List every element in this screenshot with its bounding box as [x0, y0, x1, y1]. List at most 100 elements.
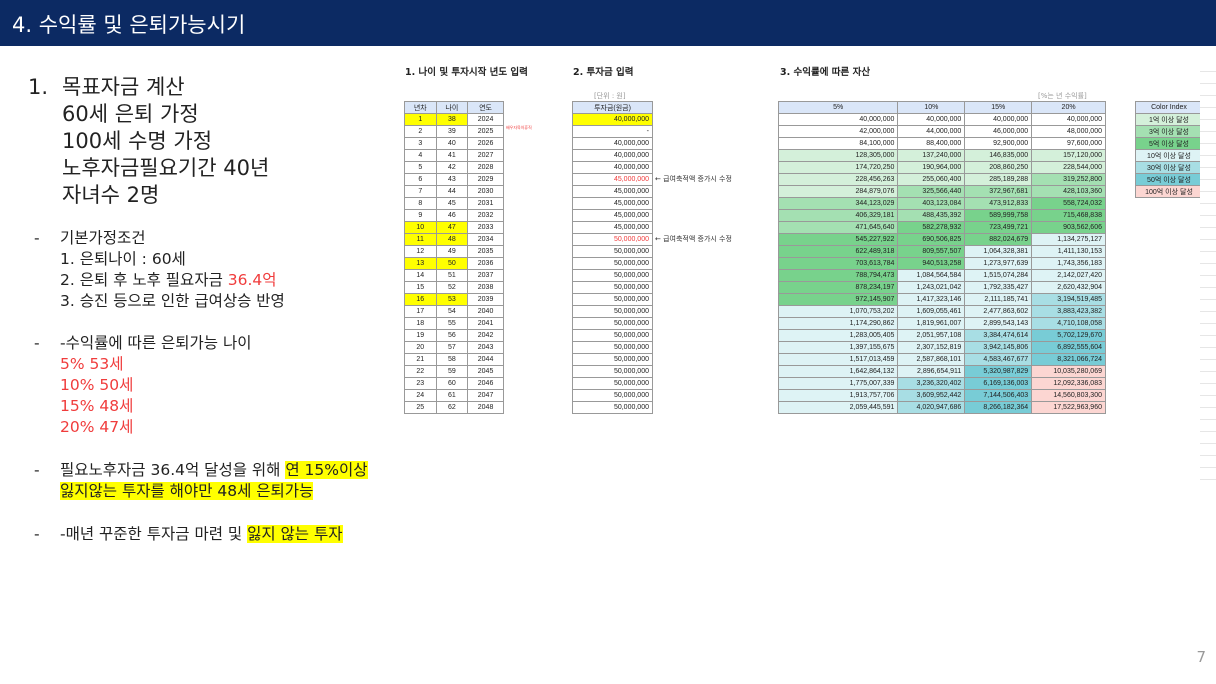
year-cell: 2030	[467, 185, 504, 198]
year-cell: 2032	[467, 209, 504, 222]
year-cell: 2038	[467, 281, 504, 294]
table-row: 22 59 2045	[404, 365, 504, 378]
section-title-assets: 3. 수익률에 따른 자산	[780, 67, 871, 78]
age-cell: 53	[435, 293, 469, 306]
asset-cell: 128,305,000	[777, 149, 899, 162]
color-index-item: 5억 이상 달성	[1135, 137, 1203, 150]
table-row: 3 40 2026	[404, 137, 504, 150]
age-cell: 62	[435, 401, 469, 414]
age-cell: 44	[435, 185, 469, 198]
asset-cell: 17,522,963,960	[1031, 401, 1106, 414]
table-row: 21 58 2044	[404, 353, 504, 366]
table-row: 45,000,000	[572, 209, 653, 222]
asset-cell: 703,613,784	[777, 257, 899, 270]
color-index-item: 50억 이상 달성	[1135, 173, 1203, 186]
asset-cell: 1,273,977,639	[964, 257, 1033, 270]
year-cell: 2025	[467, 125, 504, 138]
table-row: 406,329,181 488,435,392 589,999,758 715,468…	[777, 209, 1106, 222]
year-index-cell: 10	[404, 221, 437, 234]
investment-cell: 40,000,000	[572, 113, 653, 126]
table-row: 100억 이상 달성	[1135, 185, 1203, 198]
column-header: 15%	[964, 101, 1033, 114]
investment-cell: 50,000,000	[572, 329, 653, 342]
column-header: 5%	[777, 101, 899, 114]
table-row: 23 60 2046	[404, 377, 504, 390]
investment-cell: 50,000,000	[572, 341, 653, 354]
asset-cell: 2,620,432,904	[1031, 281, 1106, 294]
asset-cell: 589,999,758	[964, 209, 1033, 222]
table-row: 45,000,000	[572, 221, 653, 234]
asset-cell: 1,642,864,132	[777, 365, 899, 378]
year-index-cell: 13	[404, 257, 437, 270]
year-index-cell: 17	[404, 305, 437, 318]
table-row: 9 46 2032	[404, 209, 504, 222]
table-row: 50,000,000	[572, 353, 653, 366]
table-row: 30억 이상 달성	[1135, 161, 1203, 174]
asset-cell: 1,775,007,339	[777, 377, 899, 390]
year-index-cell: 23	[404, 377, 437, 390]
goal-line: 자녀수 2명	[62, 183, 160, 207]
asset-cell: 46,000,000	[964, 125, 1033, 138]
asset-cell: 545,227,922	[777, 233, 899, 246]
asset-cell: 1,411,130,153	[1031, 245, 1106, 258]
investment-cell: 50,000,000	[572, 245, 653, 258]
goal-line: 목표자금 계산	[62, 75, 185, 99]
table-row: 128,305,000 137,240,000 146,835,000 157,120…	[777, 149, 1106, 162]
table-row: 40,000,000	[572, 149, 653, 162]
assumption-line: 1. 은퇴나이 : 60세	[60, 250, 186, 268]
asset-cell: 1,397,155,675	[777, 341, 899, 354]
table-row: 16 53 2039	[404, 293, 504, 306]
table-row: 1,517,013,459 2,587,868,101 4,583,467,677 8…	[777, 353, 1106, 366]
age-cell: 54	[435, 305, 469, 318]
retire-title: -수익률에 따른 은퇴가능 나이	[60, 334, 252, 352]
asset-cell: 88,400,000	[897, 137, 966, 150]
year-cell: 2045	[467, 365, 504, 378]
column-header: 20%	[1031, 101, 1106, 114]
table-row: 20 57 2043	[404, 341, 504, 354]
year-index-cell: 14	[404, 269, 437, 282]
table-row: 284,879,076 325,566,440 372,967,681 428,103…	[777, 185, 1106, 198]
year-cell: 2042	[467, 329, 504, 342]
asset-cell: 2,111,185,741	[964, 293, 1033, 306]
year-cell: 2029	[467, 173, 504, 186]
age-cell: 52	[435, 281, 469, 294]
asset-cell: 372,967,681	[964, 185, 1033, 198]
age-cell: 46	[435, 209, 469, 222]
investment-cell: 50,000,000	[572, 353, 653, 366]
year-cell: 2043	[467, 341, 504, 354]
table-row: 10억 이상 달성	[1135, 149, 1203, 162]
year-index-cell: 8	[404, 197, 437, 210]
color-index-item: 1억 이상 달성	[1135, 113, 1203, 126]
table-row: 45,000,000	[572, 197, 653, 210]
year-cell: 2035	[467, 245, 504, 258]
table-row: 50,000,000	[572, 341, 653, 354]
section-title-investment: 2. 투자금 입력	[573, 67, 634, 78]
retire-age-item: 10% 50세	[60, 376, 134, 394]
column-header: 투자금(원금)	[572, 101, 653, 114]
page-number: 7	[1196, 648, 1206, 666]
asset-cell: 3,384,474,614	[964, 329, 1033, 342]
asset-cell: 5,320,987,829	[964, 365, 1033, 378]
year-index-cell: 1	[404, 113, 437, 126]
asset-cell: 3,609,952,442	[897, 389, 966, 402]
color-index-item: 30억 이상 달성	[1135, 161, 1203, 174]
asset-cell: 1,064,328,381	[964, 245, 1033, 258]
table-row: 344,123,029 403,123,084 473,912,833 558,724…	[777, 197, 1106, 210]
table-row: 1,283,005,405 2,051,957,108 3,384,474,614 5…	[777, 329, 1106, 342]
table-row: 45,000,000	[572, 173, 653, 186]
table-row: 13 50 2036	[404, 257, 504, 270]
age-cell: 41	[435, 149, 469, 162]
asset-cell: 40,000,000	[964, 113, 1033, 126]
asset-cell: 473,912,833	[964, 197, 1033, 210]
table-row: 50,000,000	[572, 269, 653, 282]
asset-cell: 1,609,055,461	[897, 305, 966, 318]
investment-cell: 50,000,000	[572, 293, 653, 306]
sheet-gridlines	[1200, 60, 1216, 480]
asset-cell: 12,092,336,083	[1031, 377, 1106, 390]
investment-table: 투자금(원금) 40,000,000-40,000,000 40,000,000 40…	[572, 101, 653, 414]
year-cell: 2034	[467, 233, 504, 246]
goal-number: 1.	[28, 75, 49, 99]
section-title-age: 1. 나이 및 투자시작 년도 입력	[405, 67, 528, 78]
table-row: 174,720,250 190,964,000 208,860,250 228,544…	[777, 161, 1106, 174]
asset-cell: 1,417,323,146	[897, 293, 966, 306]
